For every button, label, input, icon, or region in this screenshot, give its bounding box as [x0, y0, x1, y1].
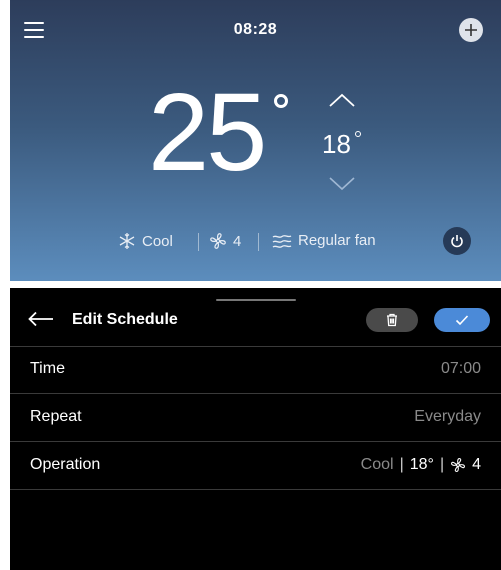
operation-mode: Cool	[360, 456, 394, 473]
operation-label: Operation	[30, 456, 101, 473]
time-label: Time	[30, 360, 65, 377]
power-icon	[451, 235, 463, 248]
mode-label: Cool	[142, 232, 173, 250]
snowflake-icon	[119, 233, 135, 249]
status-bar: Cool 4 Regular fan	[10, 232, 501, 254]
page-title: Edit Schedule	[72, 311, 178, 328]
check-icon	[455, 315, 469, 326]
time-row[interactable]: Time 07:00	[10, 346, 501, 394]
fan-icon	[451, 458, 466, 472]
fan-icon	[210, 233, 226, 249]
trash-icon	[387, 313, 397, 327]
time-value: 07:00	[440, 360, 481, 377]
airflow-status: Regular fan	[272, 232, 376, 249]
back-arrow-icon[interactable]	[28, 311, 54, 327]
plus-icon	[465, 24, 477, 36]
divider: |	[399, 456, 404, 473]
mode-status: Cool	[118, 232, 173, 250]
current-temperature: 25	[148, 71, 267, 194]
divider	[258, 233, 259, 251]
repeat-value: Everyday	[414, 408, 481, 425]
set-degree-icon	[355, 131, 361, 137]
airflow-icon	[272, 234, 292, 248]
schedule-panel: Edit Schedule Time 07:00 Repeat Everyday…	[10, 288, 501, 570]
operation-row[interactable]: Operation Cool | 18° | 4	[10, 442, 501, 490]
fan-status: 4	[209, 232, 241, 250]
delete-button[interactable]	[366, 308, 418, 332]
power-button[interactable]	[443, 227, 471, 255]
temp-up-chevron-icon[interactable]	[328, 92, 356, 108]
add-button[interactable]	[459, 18, 483, 42]
repeat-label: Repeat	[30, 408, 82, 425]
repeat-row[interactable]: Repeat Everyday	[10, 394, 501, 442]
clock: 08:28	[233, 21, 278, 38]
fan-speed-label: 4	[233, 232, 242, 250]
operation-value: Cool | 18° | 4	[361, 456, 481, 474]
airflow-label: Regular fan	[298, 232, 376, 249]
confirm-button[interactable]	[434, 308, 490, 332]
set-temperature: 18	[322, 129, 351, 159]
thermostat-panel: 08:28 25 18 Cool 4 Regular fan	[10, 0, 501, 281]
operation-fan-speed: 4	[472, 456, 481, 473]
temp-down-chevron-icon[interactable]	[328, 176, 356, 192]
schedule-header: Edit Schedule	[10, 288, 501, 347]
degree-icon	[274, 94, 288, 108]
operation-temp: 18°	[409, 456, 434, 473]
divider	[198, 233, 199, 251]
divider: |	[439, 456, 445, 473]
